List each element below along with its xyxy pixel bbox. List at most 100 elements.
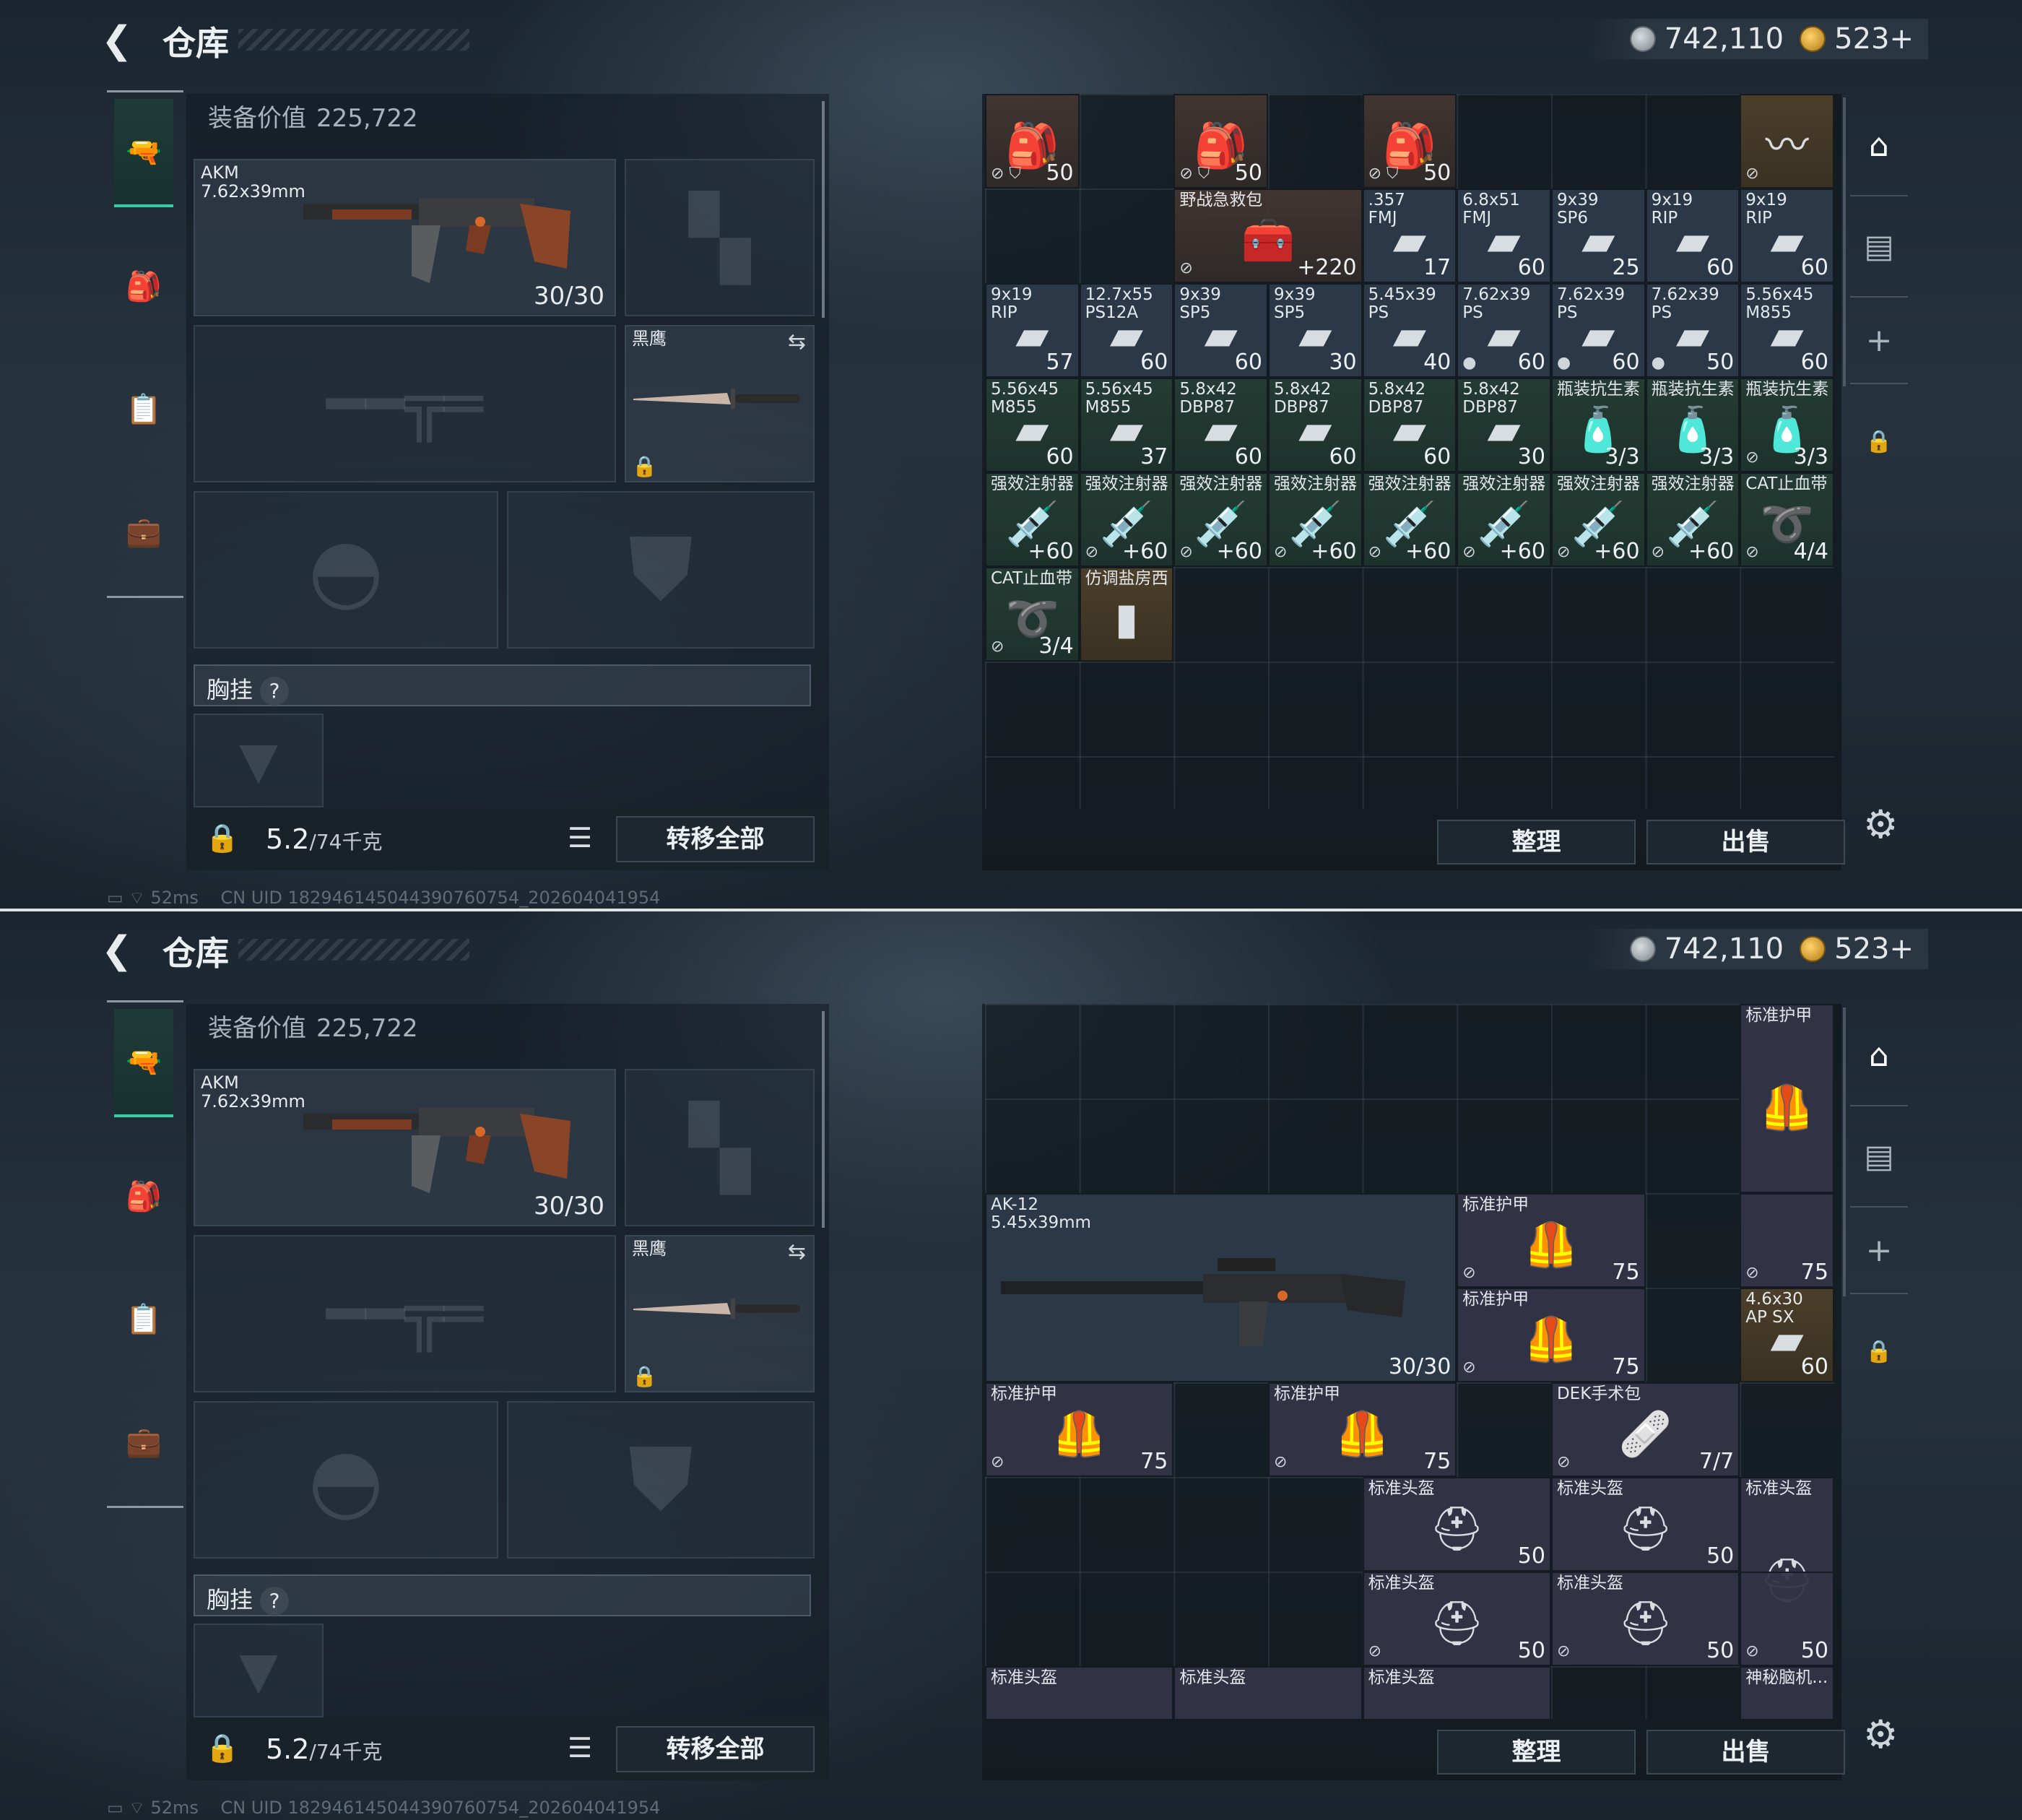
tab-case[interactable]: 💼 bbox=[114, 502, 173, 561]
stash-item[interactable]: 标准护甲 🦺 75 ⊘ bbox=[1457, 1288, 1646, 1382]
stash-item[interactable]: 标准护甲 🦺 75 ⊘ bbox=[1457, 1193, 1646, 1288]
stash-page-icon[interactable]: ▤ bbox=[1856, 224, 1902, 270]
stash-item[interactable]: 7.62x39 PS ▰ 60 ● bbox=[1550, 283, 1646, 378]
equipment-scrollbar[interactable] bbox=[822, 1011, 825, 1228]
stash-item[interactable]: 强效注射器 💉 +60 ⊘ bbox=[1079, 472, 1174, 567]
stash-item[interactable]: 9x19 RIP ▰ 60 bbox=[1740, 188, 1834, 283]
tab-armor[interactable]: 🎒 bbox=[114, 1166, 173, 1226]
stash-item[interactable]: 9x19 RIP ▰ 60 bbox=[1645, 188, 1740, 283]
stash-item[interactable]: CAT止血带 ➰ 3/4 ⊘ bbox=[985, 567, 1080, 662]
pistol-slot[interactable]: ▚ bbox=[625, 1069, 815, 1226]
stash-item[interactable]: 标准头盔 bbox=[985, 1666, 1174, 1719]
chest-rig-slot[interactable]: ▼ bbox=[194, 1624, 324, 1717]
stash-item[interactable]: 9x39 SP5 ▰ 30 bbox=[1267, 283, 1363, 378]
melee-slot[interactable]: 黑鹰 ⇆ 🔒 bbox=[625, 325, 815, 482]
stash-item[interactable]: 5.8x42 DBP87 ▰ 60 bbox=[1267, 378, 1363, 472]
stash-item[interactable]: 6.8x51 FMJ ▰ 60 bbox=[1457, 188, 1551, 283]
stash-item[interactable]: 75 ⊘ bbox=[1740, 1193, 1834, 1288]
secondary-weapon-slot[interactable]: ━━╦═ bbox=[194, 325, 616, 482]
stash-home-icon[interactable]: ⌂ bbox=[1856, 123, 1902, 169]
stash-item[interactable]: 标准头盔 ⛑ 50 ⊘ bbox=[1550, 1572, 1740, 1666]
stash-item[interactable]: 标准头盔 bbox=[1362, 1666, 1551, 1719]
stash-item[interactable]: 标准护甲 🦺 75 ⊘ bbox=[1267, 1382, 1457, 1477]
organize-button[interactable]: 整理 bbox=[1437, 1730, 1636, 1774]
tab-weapons[interactable]: 🔫 bbox=[114, 1009, 173, 1117]
stash-item[interactable]: CAT止血带 ➰ 4/4 ⊘ bbox=[1740, 472, 1834, 567]
primary-weapon-slot[interactable]: AKM 7.62x39mm 30/30 bbox=[194, 159, 616, 316]
locked-stash-icon[interactable]: 🔒 bbox=[1856, 1329, 1902, 1375]
back-arrow-icon[interactable]: ❮ bbox=[101, 20, 144, 61]
primary-weapon-slot[interactable]: AKM 7.62x39mm 30/30 bbox=[194, 1069, 616, 1226]
stash-item[interactable]: 瓶装抗生素 🧴 3/3 ⊘ bbox=[1740, 378, 1834, 472]
settings-gear-icon[interactable]: ⚙ bbox=[1863, 1712, 1898, 1757]
stash-item[interactable]: 7.62x39 PS ▰ 60 ● bbox=[1457, 283, 1551, 378]
stash-item[interactable]: 9x19 RIP ▰ 57 bbox=[985, 283, 1080, 378]
stash-item[interactable]: 5.56x45 M855 ▰ 60 bbox=[1740, 283, 1834, 378]
tab-container[interactable]: 📋 bbox=[114, 1289, 173, 1348]
stash-item[interactable]: 🎒 50 ⊘ ⛉ bbox=[985, 94, 1080, 188]
stash-item[interactable]: 强效注射器 💉 +60 ⊘ bbox=[1550, 472, 1646, 567]
organize-button[interactable]: 整理 bbox=[1437, 820, 1636, 864]
stash-item[interactable]: 5.45x39 PS ▰ 40 bbox=[1362, 283, 1457, 378]
stash-item[interactable]: 5.56x45 M855 ▰ 60 bbox=[985, 378, 1080, 472]
stash-item[interactable]: 仿调盐房西 ▮ bbox=[1079, 567, 1174, 662]
back-arrow-icon[interactable]: ❮ bbox=[101, 930, 144, 971]
stash-home-icon[interactable]: ⌂ bbox=[1856, 1033, 1902, 1079]
settings-gear-icon[interactable]: ⚙ bbox=[1863, 802, 1898, 847]
swap-icon[interactable]: ⇆ bbox=[788, 1239, 806, 1265]
transfer-all-button[interactable]: 转移全部 bbox=[616, 816, 815, 862]
stash-item[interactable]: DEK手术包 🩹 7/7 ⊘ bbox=[1550, 1382, 1740, 1477]
helmet-slot[interactable]: ◓ bbox=[194, 1401, 498, 1559]
sell-button[interactable]: 出售 bbox=[1646, 820, 1845, 864]
stash-item[interactable]: 强效注射器 💉 +60 ⊘ bbox=[1362, 472, 1457, 567]
add-stash-icon[interactable]: + bbox=[1856, 1228, 1902, 1274]
add-stash-icon[interactable]: + bbox=[1856, 318, 1902, 364]
transfer-all-button[interactable]: 转移全部 bbox=[616, 1726, 815, 1772]
stash-item[interactable]: 标准头盔 bbox=[1173, 1666, 1363, 1719]
stash-item[interactable]: 9x39 SP5 ▰ 60 bbox=[1173, 283, 1268, 378]
stash-item[interactable]: 5.8x42 DBP87 ▰ 60 bbox=[1173, 378, 1268, 472]
tab-case[interactable]: 💼 bbox=[114, 1412, 173, 1471]
stash-item[interactable]: .357 FMJ ▰ 17 bbox=[1362, 188, 1457, 283]
stash-item[interactable]: 强效注射器 💉 +60 bbox=[985, 472, 1080, 567]
locked-stash-icon[interactable]: 🔒 bbox=[1856, 419, 1902, 465]
tab-weapons[interactable]: 🔫 bbox=[114, 99, 173, 207]
helmet-slot[interactable]: ◓ bbox=[194, 491, 498, 649]
stash-item[interactable]: 7.62x39 PS ▰ 50 ● bbox=[1645, 283, 1740, 378]
stash-item[interactable]: 5.56x45 M855 ▰ 37 bbox=[1079, 378, 1174, 472]
tab-armor[interactable]: 🎒 bbox=[114, 256, 173, 316]
armor-slot[interactable]: ⛊ bbox=[507, 1401, 815, 1559]
list-icon[interactable]: ☰ bbox=[562, 1732, 598, 1768]
stash-item[interactable]: 50 ⊘ bbox=[1740, 1572, 1834, 1666]
stash-item[interactable]: 🎒 50 ⊘ ⛉ bbox=[1173, 94, 1268, 188]
armor-slot[interactable]: ⛊ bbox=[507, 491, 815, 649]
stash-item[interactable]: 野战急救包 🧰 +220 ⊘ bbox=[1173, 188, 1363, 283]
help-icon[interactable]: ? bbox=[260, 1587, 290, 1616]
gold-currency[interactable]: 523+ bbox=[1800, 22, 1914, 56]
stash-item[interactable]: 标准护甲 🦺 75 ⊘ bbox=[985, 1382, 1174, 1477]
stash-item[interactable]: 标准头盔 ⛑ 50 ⊘ bbox=[1362, 1572, 1551, 1666]
stash-item[interactable]: 瓶装抗生素 🧴 3/3 bbox=[1550, 378, 1646, 472]
tab-container[interactable]: 📋 bbox=[114, 379, 173, 438]
stash-item[interactable]: 🎒 50 ⊘ ⛉ bbox=[1362, 94, 1457, 188]
stash-item[interactable]: 强效注射器 💉 +60 ⊘ bbox=[1173, 472, 1268, 567]
chest-rig-slot[interactable]: ▼ bbox=[194, 714, 324, 807]
stash-item[interactable]: 4.6x30 AP SX ▰ 60 bbox=[1740, 1288, 1834, 1382]
stash-item[interactable]: AK-12 5.45x39mm 30/30 bbox=[985, 1193, 1457, 1382]
stash-item[interactable]: 强效注射器 💉 +60 ⊘ bbox=[1267, 472, 1363, 567]
sell-button[interactable]: 出售 bbox=[1646, 1730, 1845, 1774]
stash-item[interactable]: 标准头盔 ⛑ 50 bbox=[1550, 1477, 1740, 1572]
stash-page-icon[interactable]: ▤ bbox=[1856, 1134, 1902, 1180]
stash-item[interactable]: 5.8x42 DBP87 ▰ 30 bbox=[1457, 378, 1551, 472]
stash-item[interactable]: 5.8x42 DBP87 ▰ 60 bbox=[1362, 378, 1457, 472]
gold-currency[interactable]: 523+ bbox=[1800, 932, 1914, 966]
stash-item[interactable]: 瓶装抗生素 🧴 3/3 bbox=[1645, 378, 1740, 472]
stash-item[interactable]: 强效注射器 💉 +60 ⊘ bbox=[1645, 472, 1740, 567]
equipment-scrollbar[interactable] bbox=[822, 101, 825, 318]
stash-item[interactable]: 标准护甲 🦺 bbox=[1740, 1004, 1834, 1193]
weight-lock-icon[interactable]: 🔒 bbox=[205, 1732, 239, 1764]
list-icon[interactable]: ☰ bbox=[562, 822, 598, 858]
pistol-slot[interactable]: ▚ bbox=[625, 159, 815, 316]
secondary-weapon-slot[interactable]: ━━╦═ bbox=[194, 1235, 616, 1392]
help-icon[interactable]: ? bbox=[260, 677, 290, 706]
